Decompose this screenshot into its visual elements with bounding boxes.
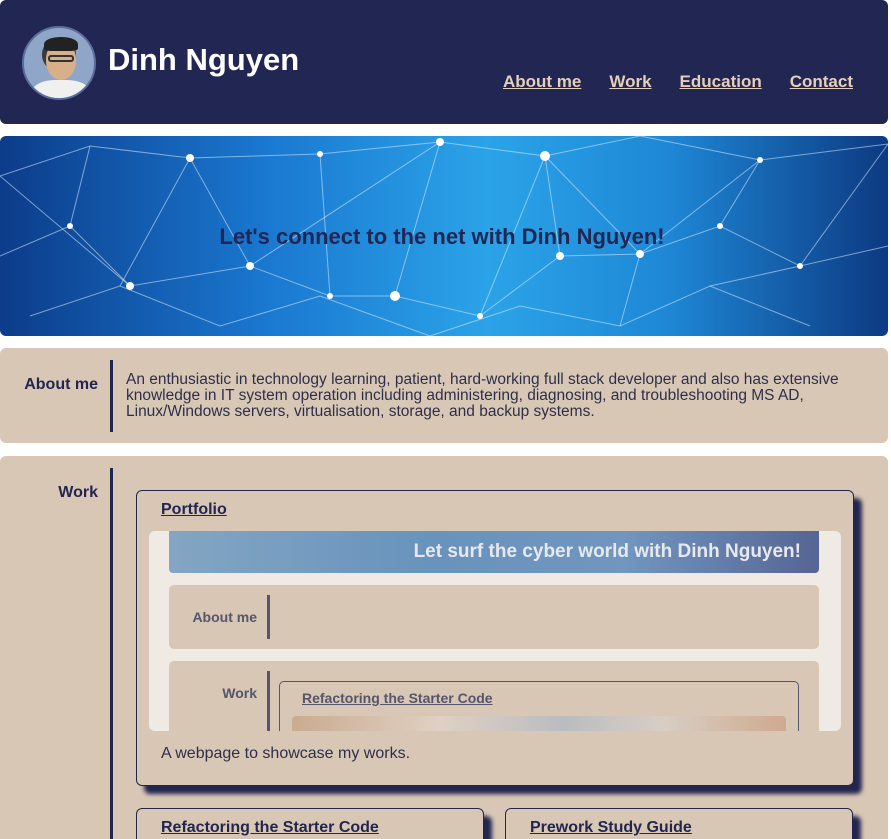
section-divider [110,360,113,432]
site-header: Dinh Nguyen About me Work Education Cont… [0,0,888,124]
preview-banner: Let surf the cyber world with Dinh Nguye… [169,531,819,573]
nav-education[interactable]: Education [680,72,762,92]
project-description: A webpage to showcase my works. [161,745,411,762]
project-card-refactoring: Refactoring the Starter Code [136,808,484,839]
site-title: Dinh Nguyen [108,42,300,77]
about-text: An enthusiastic in technology learning, … [126,371,839,420]
section-divider [110,468,113,839]
nav-work[interactable]: Work [609,72,651,92]
about-heading: About me [24,376,98,393]
portfolio-preview-image[interactable]: Let surf the cyber world with Dinh Nguye… [149,531,841,731]
preview-inner-card: Refactoring the Starter Code [279,681,799,731]
nav-about[interactable]: About me [503,72,581,92]
preview-work-heading: Work [222,685,257,701]
work-section: Work Portfolio Let surf the cyber world … [0,456,888,839]
preview-inner-image [292,716,786,731]
preview-about-section: About me [169,585,819,649]
preview-divider [267,595,270,639]
preview-work-section: Work Refactoring the Starter Code [169,661,819,731]
hero-tagline: Let's connect to the net with Dinh Nguye… [219,224,665,249]
hero-banner: Let's connect to the net with Dinh Nguye… [0,136,888,336]
project-link-refactoring[interactable]: Refactoring the Starter Code [161,819,379,837]
preview-inner-card-title: Refactoring the Starter Code [302,690,493,706]
preview-divider [267,671,270,731]
about-section: About me An enthusiastic in technology l… [0,348,888,443]
project-card-portfolio: Portfolio Let surf the cyber world with … [136,490,854,786]
preview-banner-text: Let surf the cyber world with Dinh Nguye… [413,541,801,562]
main-nav: About me Work Education Contact [503,72,853,92]
work-heading: Work [58,484,98,501]
project-card-prework: Prework Study Guide [505,808,853,839]
preview-about-heading: About me [192,609,257,625]
avatar [22,26,96,100]
project-link-portfolio[interactable]: Portfolio [161,501,227,519]
nav-contact[interactable]: Contact [790,72,853,92]
project-link-prework[interactable]: Prework Study Guide [530,819,692,837]
